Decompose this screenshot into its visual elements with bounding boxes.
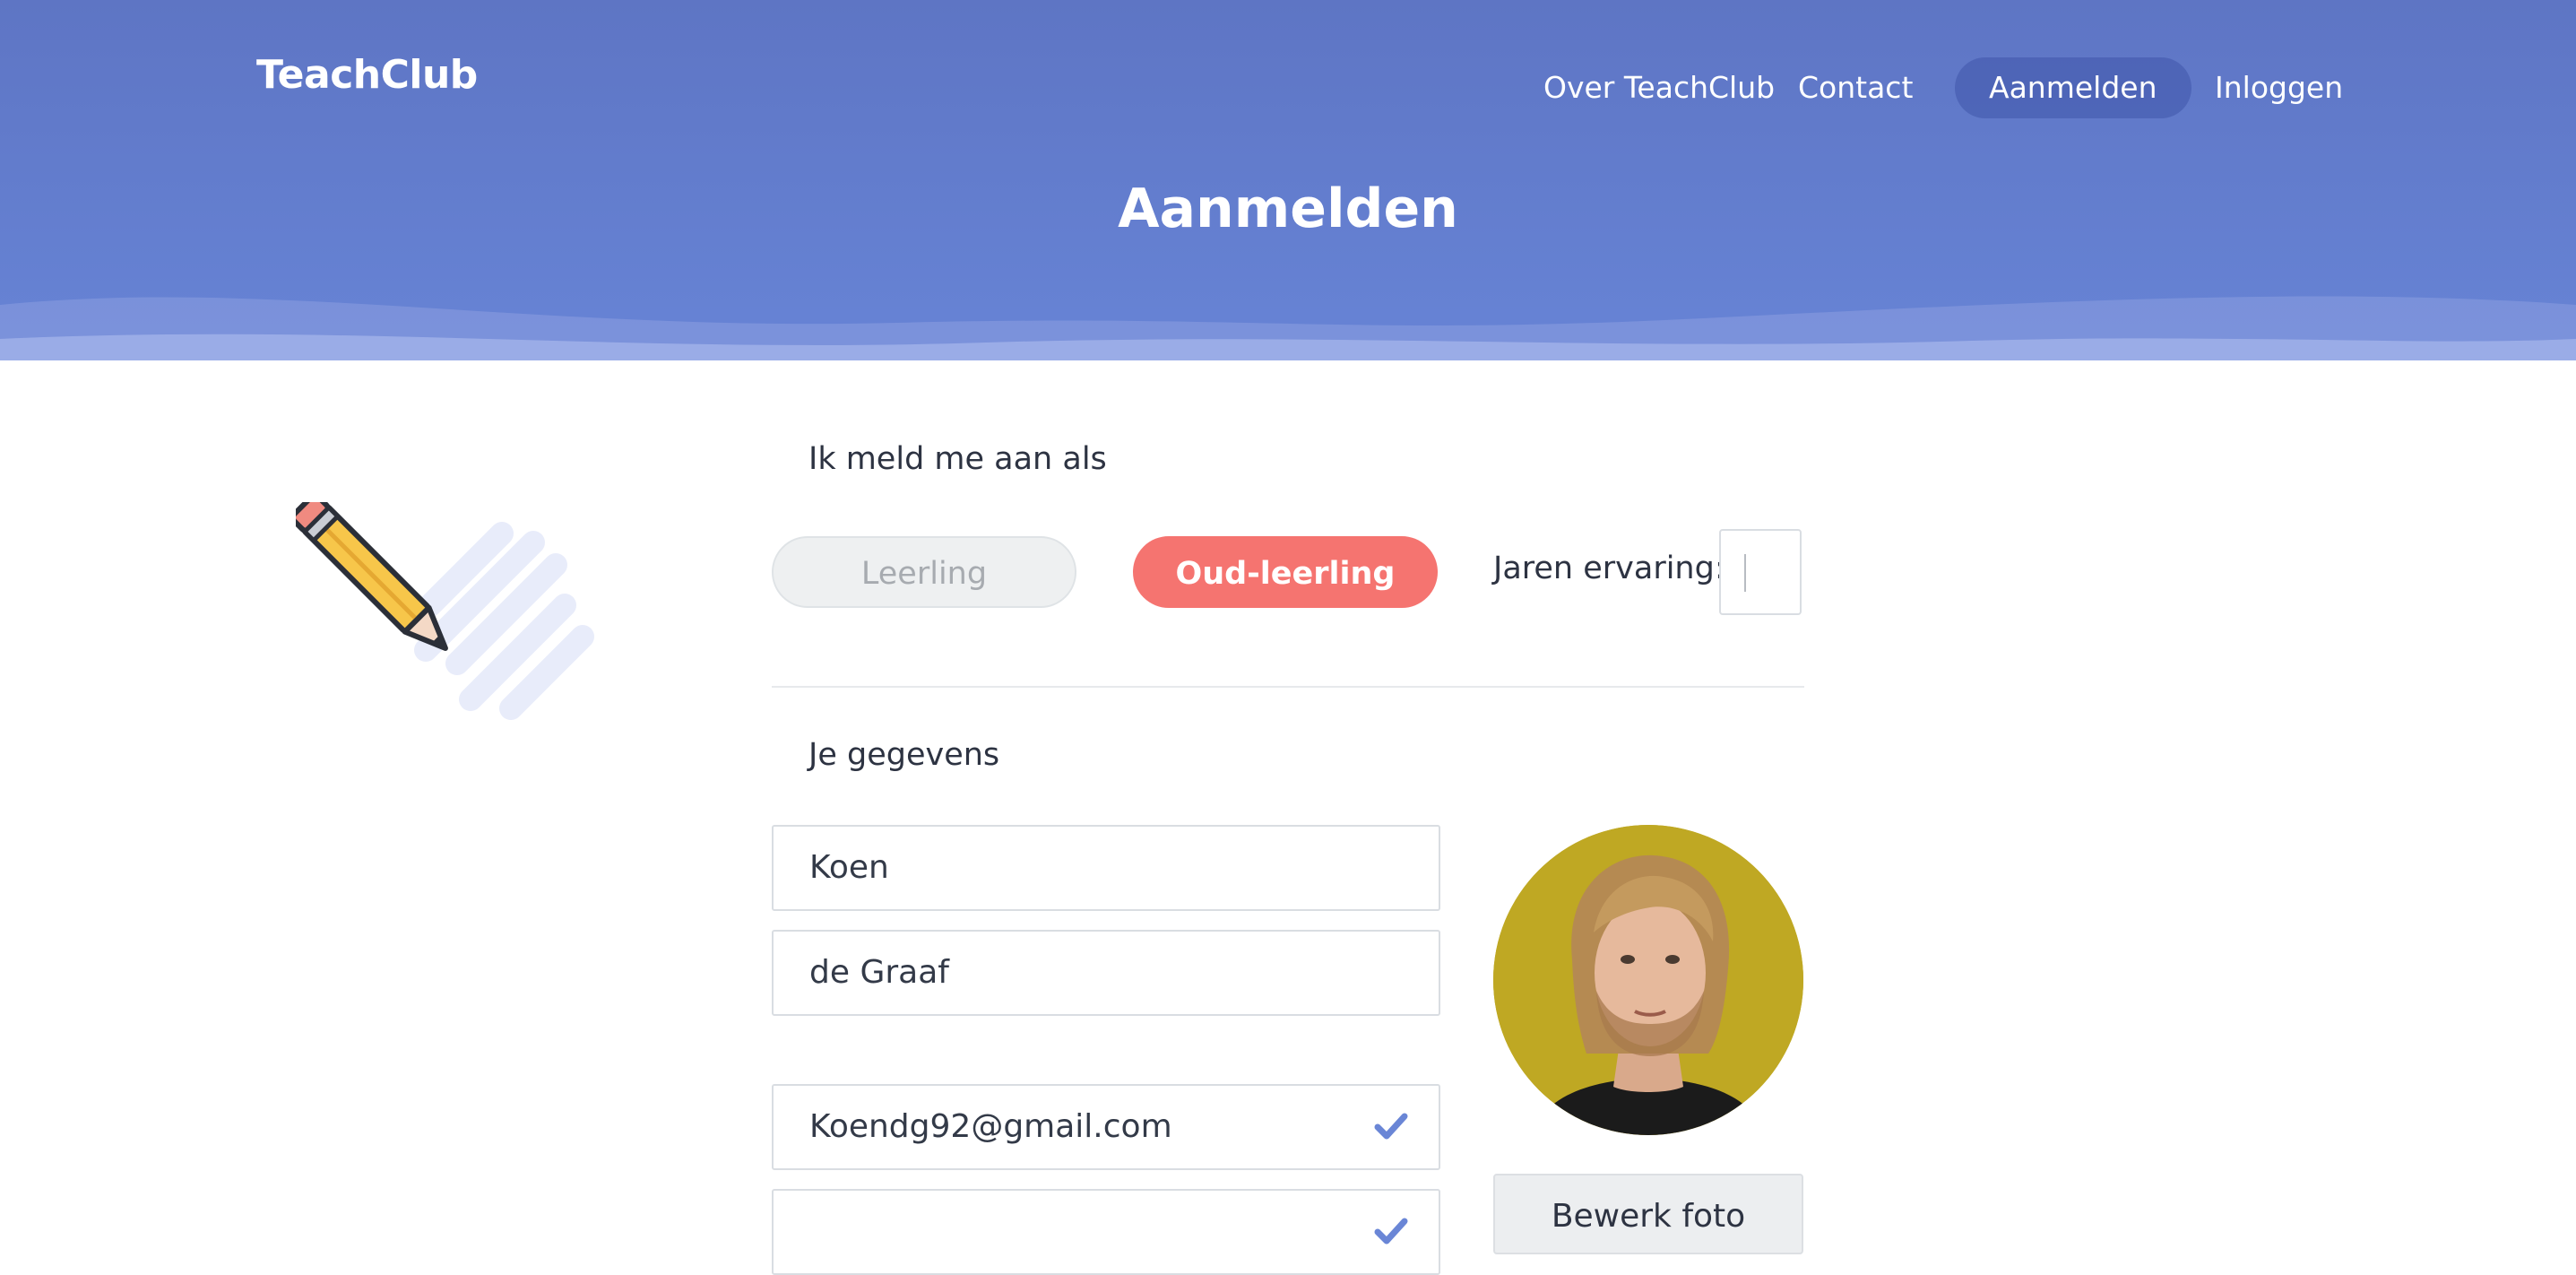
leerling-option-button[interactable]: Leerling (772, 536, 1076, 608)
header-banner: TeachClub Over TeachClub Contact Aanmeld… (0, 0, 2576, 360)
teachclub-logo[interactable]: TeachClub (256, 52, 478, 98)
pencil-icon (296, 502, 594, 720)
avatar (1493, 825, 1803, 1135)
experience-input[interactable] (1719, 529, 1802, 615)
email-field[interactable]: Koendg92@gmail.com (772, 1084, 1440, 1170)
first-name-field[interactable]: Koen (772, 825, 1440, 911)
section-divider (772, 686, 1804, 688)
email-value: Koendg92@gmail.com (809, 1108, 1172, 1145)
details-label: Je gegevens (808, 737, 1000, 773)
nav-contact[interactable]: Contact (1798, 57, 1913, 118)
text-caret (1744, 554, 1746, 592)
oud-leerling-option-button[interactable]: Oud-leerling (1133, 536, 1438, 608)
header-wave (0, 296, 2576, 360)
signup-as-label: Ik meld me aan als (808, 441, 1107, 477)
last-name-value: de Graaf (809, 954, 949, 991)
profile-photo (1493, 825, 1803, 1135)
check-icon (1374, 1218, 1408, 1245)
edit-photo-button[interactable]: Bewerk foto (1493, 1174, 1803, 1254)
check-icon (1374, 1113, 1408, 1140)
nav-inloggen[interactable]: Inloggen (2215, 57, 2343, 118)
last-name-field[interactable]: de Graaf (772, 930, 1440, 1016)
experience-label: Jaren ervaring: (1493, 551, 1725, 586)
page-title: Aanmelden (1118, 178, 1458, 240)
nav-aanmelden[interactable]: Aanmelden (1955, 57, 2191, 118)
password-field[interactable] (772, 1189, 1440, 1275)
first-name-value: Koen (809, 849, 889, 886)
nav-over-teachclub[interactable]: Over TeachClub (1543, 57, 1775, 118)
